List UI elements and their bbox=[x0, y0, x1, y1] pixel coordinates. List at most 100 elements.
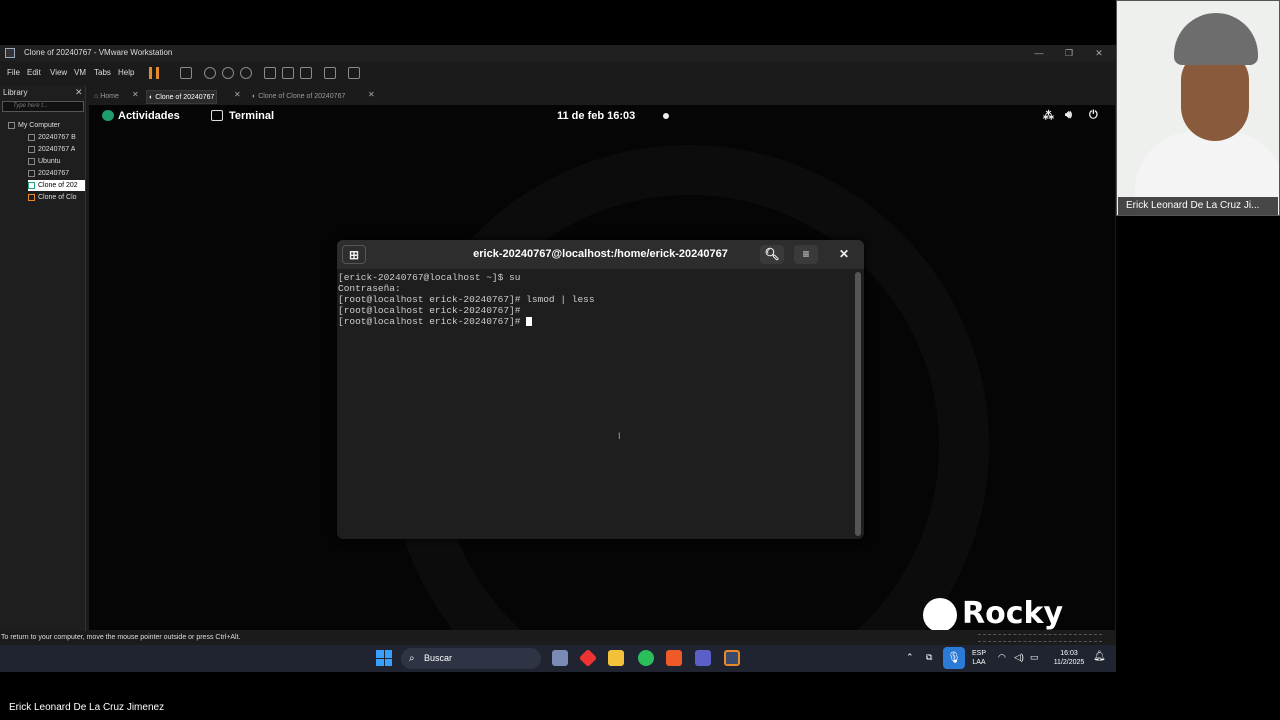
library-panel: Library ✕ Type here t... My Computer 202… bbox=[0, 86, 86, 664]
library-item-vm-selected[interactable]: Clone of 202 bbox=[28, 180, 85, 191]
menu-file[interactable]: File bbox=[7, 68, 20, 77]
library-search-input[interactable]: Type here t... bbox=[2, 101, 84, 112]
terminal-title: erick-20240767@localhost:/home/erick-202… bbox=[473, 248, 728, 260]
close-tab-icon[interactable]: ✕ bbox=[132, 90, 139, 99]
full-screen-icon[interactable] bbox=[300, 67, 312, 79]
vmware-window: Clone of 20240767 - VMware Workstation —… bbox=[0, 45, 1116, 664]
device-status-icons[interactable] bbox=[978, 634, 1102, 642]
microphone-icon[interactable]: 🎙︎ bbox=[943, 647, 965, 669]
close-tab-icon[interactable]: ✕ bbox=[368, 90, 375, 99]
snapshot-icon[interactable] bbox=[204, 67, 216, 79]
library-item-vm[interactable]: 20240767 bbox=[28, 168, 69, 179]
library-item-label: My Computer bbox=[18, 122, 61, 129]
vm-icon bbox=[28, 133, 35, 141]
notifications-icon[interactable]: 🔔︎ bbox=[1093, 652, 1106, 662]
menu-edit[interactable]: Edit bbox=[27, 68, 41, 77]
tray-app-icon[interactable]: ⧉ bbox=[926, 653, 932, 662]
menu-vm[interactable]: VM bbox=[74, 68, 86, 77]
tab-home[interactable]: ⌂ Home bbox=[94, 90, 119, 104]
app-menu-terminal[interactable]: Terminal bbox=[229, 110, 274, 122]
snapshot-manager-icon[interactable] bbox=[240, 67, 252, 79]
library-item-label: Clone of 202 bbox=[38, 182, 78, 189]
library-item-vm[interactable]: 20240767 A bbox=[28, 144, 75, 155]
hamburger-menu-icon[interactable]: ≡ bbox=[794, 245, 818, 264]
wifi-icon[interactable]: ◠ bbox=[998, 653, 1006, 662]
library-item-vm[interactable]: Ubuntu bbox=[28, 156, 61, 167]
revert-snapshot-icon[interactable] bbox=[222, 67, 234, 79]
terminal-line: [erick-20240767@localhost ~]$ su bbox=[338, 272, 521, 283]
activities-button[interactable]: Actividades bbox=[118, 110, 180, 122]
status-bar: To return to your computer, move the mou… bbox=[0, 631, 1116, 645]
thumbnail-bar-icon[interactable] bbox=[282, 67, 294, 79]
battery-icon[interactable]: ▭ bbox=[1030, 653, 1039, 662]
windows-start-icon[interactable] bbox=[376, 650, 392, 666]
volume-icon[interactable]: 🔊︎ bbox=[1065, 109, 1072, 122]
computer-icon bbox=[8, 121, 15, 129]
library-item-vm[interactable]: Clone of Clo bbox=[28, 192, 77, 203]
terminal-line: Contraseña: bbox=[338, 283, 401, 294]
console-view-icon[interactable] bbox=[324, 67, 336, 79]
menu-help[interactable]: Help bbox=[118, 68, 134, 77]
webcam-participant-name: Erick Leonard De La Cruz Ji... bbox=[1118, 197, 1278, 215]
vmware-titlebar: Clone of 20240767 - VMware Workstation —… bbox=[0, 45, 1116, 61]
whatsapp-icon[interactable] bbox=[638, 650, 654, 666]
restore-icon[interactable]: ❐ bbox=[1054, 45, 1084, 61]
file-explorer-icon[interactable] bbox=[608, 650, 624, 666]
show-hidden-icons-chevron-icon[interactable]: ⌃ bbox=[906, 653, 914, 662]
network-icon[interactable]: ⁂ bbox=[1043, 109, 1054, 122]
language-layout: LAA bbox=[972, 659, 986, 666]
stretch-guest-icon[interactable] bbox=[348, 67, 360, 79]
send-ctrl-alt-del-icon[interactable] bbox=[180, 67, 192, 79]
pause-icon[interactable] bbox=[149, 67, 159, 79]
vm-icon bbox=[28, 169, 35, 177]
gnome-top-bar: Actividades Terminal 11 de feb 16:03 ⁂ 🔊… bbox=[89, 105, 1115, 127]
tab-clone-of-clone[interactable]: ◐ Clone of Clone of 20240767 bbox=[252, 90, 345, 104]
menu-tabs[interactable]: Tabs bbox=[94, 68, 111, 77]
show-library-icon[interactable] bbox=[264, 67, 276, 79]
search-icon[interactable]: 🔍︎ bbox=[760, 245, 784, 264]
close-icon[interactable]: ✕ bbox=[832, 245, 856, 264]
screen: Clone of 20240767 - VMware Workstation —… bbox=[0, 0, 1280, 720]
library-item-label: 20240767 bbox=[38, 170, 70, 177]
terminal-line: [root@localhost erick-20240767]# bbox=[338, 305, 521, 316]
close-window-icon[interactable]: ✕ bbox=[1084, 45, 1114, 61]
window-title: Clone of 20240767 - VMware Workstation bbox=[24, 48, 173, 57]
rocky-logo-text: Rocky bbox=[962, 596, 1064, 630]
vmware-taskbar-icon[interactable] bbox=[724, 650, 740, 666]
terminal-prompt-line: [root@localhost erick-20240767]# bbox=[338, 316, 853, 327]
webcam-feed: Erick Leonard De La Cruz Ji... bbox=[1116, 0, 1280, 216]
taskbar-search-input[interactable]: ⌕ Buscar bbox=[401, 648, 541, 669]
library-item-label: Clone of Clo bbox=[38, 194, 77, 201]
vm-icon bbox=[28, 157, 35, 165]
task-view-icon[interactable] bbox=[552, 650, 568, 666]
taskbar-clock[interactable]: 16:03 11/2/2025 bbox=[1048, 649, 1090, 667]
power-icon[interactable]: ⏻ bbox=[1089, 109, 1098, 122]
tab-clone-of-20240767[interactable]: ◐ Clone of 20240767 bbox=[146, 90, 218, 104]
guest-display[interactable]: Actividades Terminal 11 de feb 16:03 ⁂ 🔊… bbox=[89, 105, 1115, 630]
tab-label: Clone of Clone of 20240767 bbox=[258, 93, 346, 100]
status-message: To return to your computer, move the mou… bbox=[1, 634, 241, 641]
search-icon: ⌕ bbox=[409, 653, 415, 664]
gnome-clock[interactable]: 11 de feb 16:03 bbox=[557, 110, 635, 122]
minimize-icon[interactable]: — bbox=[1024, 45, 1054, 61]
close-tab-icon[interactable]: ✕ bbox=[234, 90, 241, 99]
terminal-cursor bbox=[526, 316, 533, 326]
menu-bar: File Edit View VM Tabs Help bbox=[0, 63, 1116, 83]
vmware-logo-icon bbox=[5, 48, 15, 58]
close-library-icon[interactable]: ✕ bbox=[75, 87, 83, 98]
library-item-vm[interactable]: 20240767 B bbox=[28, 132, 76, 143]
speaker-icon[interactable]: ◁) bbox=[1014, 653, 1024, 662]
library-item-label: Ubuntu bbox=[38, 158, 61, 165]
library-item-my-computer[interactable]: My Computer bbox=[8, 120, 60, 131]
tab-label: Clone of 20240767 bbox=[155, 94, 215, 101]
vm-running-icon bbox=[28, 193, 35, 201]
terminal-scrollbar[interactable] bbox=[855, 272, 861, 536]
terminal-output[interactable]: [erick-20240767@localhost ~]$ su Contras… bbox=[338, 272, 853, 534]
teams-icon[interactable] bbox=[695, 650, 711, 666]
anydesk-icon[interactable] bbox=[578, 648, 598, 668]
vm-running-icon bbox=[28, 181, 35, 189]
menu-view[interactable]: View bbox=[50, 68, 67, 77]
library-title: Library bbox=[3, 88, 28, 97]
brave-browser-icon[interactable] bbox=[666, 650, 682, 666]
language-indicator[interactable]: ESP LAA bbox=[969, 649, 989, 667]
